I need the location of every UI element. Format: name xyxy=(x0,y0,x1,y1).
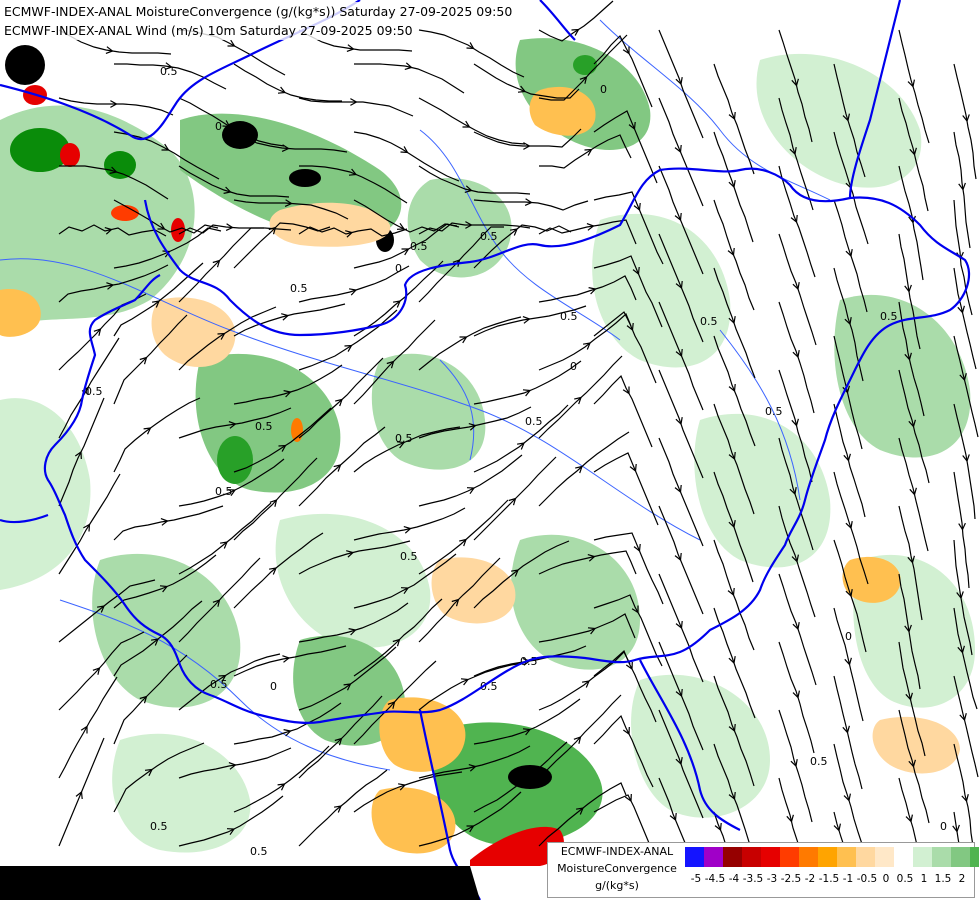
legend-swatch xyxy=(704,847,723,867)
legend-tick-label: -4.5 xyxy=(704,873,726,885)
legend-tick-label: 2 xyxy=(958,873,966,885)
strong-divergence-core xyxy=(60,143,80,167)
legend-tick-label: -1.5 xyxy=(818,873,840,885)
contour-value-label: 0.5 xyxy=(290,282,308,295)
legend-tick-label: -1 xyxy=(842,873,854,885)
legend-color-bar xyxy=(685,847,979,867)
legend-swatch xyxy=(875,847,894,867)
legend-title-field: MoistureConvergence xyxy=(557,862,677,875)
field-title-wind: ECMWF-INDEX-ANAL Wind (m/s) 10m Saturday… xyxy=(0,21,417,40)
contour-value-label: 0.5 xyxy=(560,310,578,323)
legend-swatch xyxy=(780,847,799,867)
legend-tick-label: 1 xyxy=(920,873,928,885)
legend-swatch xyxy=(951,847,970,867)
legend-swatch xyxy=(818,847,837,867)
contour-value-label: 0.5 xyxy=(810,755,828,768)
sea-area xyxy=(0,866,480,900)
legend-tick-label: 0.5 xyxy=(896,873,914,885)
legend-title-model: ECMWF-INDEX-ANAL xyxy=(560,845,674,858)
contour-value-label: 0.5 xyxy=(765,405,783,418)
legend-tick-label: 0 xyxy=(882,873,890,885)
contour-value-label: 0.5 xyxy=(85,385,103,398)
legend-swatch xyxy=(723,847,742,867)
strong-convergence-core xyxy=(217,436,253,484)
legend-tick-label: -0.5 xyxy=(856,873,878,885)
legend-swatch xyxy=(856,847,875,867)
color-legend: ECMWF-INDEX-ANAL MoistureConvergence g/(… xyxy=(547,842,979,898)
strong-convergence-core xyxy=(104,151,136,179)
strong-convergence-core xyxy=(508,765,552,789)
legend-swatch xyxy=(761,847,780,867)
contour-value-label: 0.5 xyxy=(150,820,168,833)
legend-swatch xyxy=(913,847,932,867)
contour-value-label: 0.5 xyxy=(210,678,228,691)
legend-tick-label: -3 xyxy=(766,873,778,885)
strong-convergence-core xyxy=(573,55,597,75)
legend-tick-labels: -5 -4.5 -4 -3.5 -3 -2.5 -2 -1.5 -1 -0.5 0 0.5 1 1.5 2 xyxy=(685,873,970,889)
contour-value-label: 0 xyxy=(395,262,402,275)
legend-swatch xyxy=(742,847,761,867)
contour-value-label: 0 xyxy=(600,83,607,96)
contour-value-label: 0.5 xyxy=(880,310,898,323)
contour-value-label: 0 xyxy=(570,360,577,373)
legend-swatch xyxy=(837,847,856,867)
legend-swatch xyxy=(932,847,951,867)
contour-value-label: 0.5 xyxy=(410,240,428,253)
contour-value-label: 0 xyxy=(270,680,277,693)
strong-divergence-core xyxy=(111,205,139,221)
contour-value-label: 0.5 xyxy=(160,65,178,78)
contour-value-label: 0.5 xyxy=(255,420,273,433)
legend-unit: g/(kg*s) xyxy=(595,879,639,892)
field-title-moisture: ECMWF-INDEX-ANAL MoistureConvergence (g/… xyxy=(0,2,517,21)
contour-value-label: 0.5 xyxy=(395,432,413,445)
legend-swatch xyxy=(799,847,818,867)
contour-value-label: 0.5 xyxy=(215,485,233,498)
strong-divergence-core xyxy=(291,418,303,442)
contour-value-label: 0.5 xyxy=(250,845,268,858)
legend-swatch xyxy=(970,847,979,867)
map-viewer[interactable]: 0.5 0 0.5 0 0.5 0.5 0 0.5 0.5 0 0.5 0.5 0.5 0 0.5 0 0.5 0… xyxy=(0,0,979,900)
legend-tick-label: -2.5 xyxy=(780,873,802,885)
contour-value-label: 0.5 xyxy=(525,415,543,428)
contour-value-label: 0.5 xyxy=(400,550,418,563)
contour-value-label: 0 xyxy=(845,630,852,643)
legend-tick-label: -2 xyxy=(804,873,816,885)
strong-divergence-core xyxy=(171,218,185,242)
contour-value-label: 0.5 xyxy=(480,230,498,243)
legend-tick-label: 1.5 xyxy=(934,873,952,885)
legend-tick-label: -5 xyxy=(690,873,702,885)
legend-tick-label: -4 xyxy=(728,873,740,885)
legend-tick-label: -3.5 xyxy=(742,873,764,885)
strong-convergence-core xyxy=(289,169,321,187)
legend-swatch xyxy=(894,847,913,867)
legend-swatch xyxy=(685,847,704,867)
contour-value-label: 0 xyxy=(215,120,222,133)
strong-convergence-core xyxy=(5,45,45,85)
contour-value-label: 0 xyxy=(940,820,947,833)
moisture-convergence-map: 0.5 0 0.5 0 0.5 0.5 0 0.5 0.5 0 0.5 0.5 0.5 0 0.5 0 0.5 0… xyxy=(0,0,979,900)
contour-value-label: 0.5 xyxy=(700,315,718,328)
